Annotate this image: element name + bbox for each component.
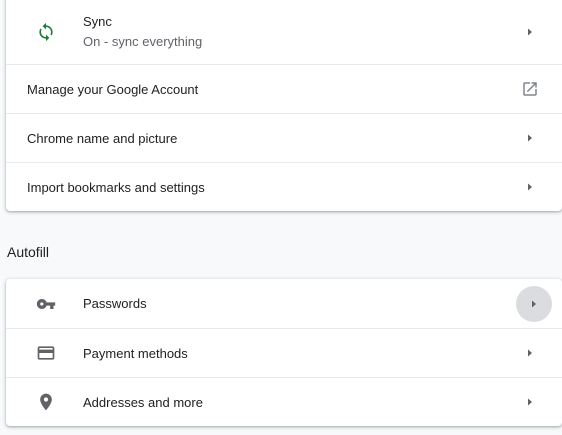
sync-row[interactable]: Sync On - sync everything (6, 0, 562, 64)
chevron-right-icon[interactable] (518, 390, 542, 414)
key-icon (34, 292, 58, 316)
passwords-row[interactable]: Passwords (6, 279, 562, 328)
chevron-right-icon[interactable] (518, 341, 542, 365)
import-bookmarks-row[interactable]: Import bookmarks and settings (6, 162, 562, 211)
autofill-card: Passwords Payment methods Addresses and … (6, 279, 562, 426)
chevron-right-icon[interactable] (518, 20, 542, 44)
sync-title: Sync (83, 14, 112, 29)
passwords-label: Passwords (83, 296, 147, 311)
people-card: Sync On - sync everything Manage your Go… (6, 0, 562, 211)
import-bookmarks-label: Import bookmarks and settings (27, 179, 205, 195)
payment-methods-row[interactable]: Payment methods (6, 328, 562, 377)
autofill-section-title: Autofill (7, 244, 50, 260)
open-in-new-icon[interactable] (518, 77, 542, 101)
chrome-name-and-picture-label: Chrome name and picture (27, 130, 178, 146)
sync-status: On - sync everything (83, 34, 203, 49)
chevron-right-icon[interactable] (518, 126, 542, 150)
payment-methods-label: Payment methods (83, 345, 188, 361)
addresses-row[interactable]: Addresses and more (6, 377, 562, 426)
sync-icon (34, 20, 58, 44)
location-pin-icon (34, 390, 58, 414)
manage-google-account-label: Manage your Google Account (27, 81, 199, 97)
chevron-right-icon[interactable] (516, 285, 552, 322)
credit-card-icon (34, 341, 58, 365)
addresses-label: Addresses and more (83, 394, 203, 410)
chevron-right-icon[interactable] (518, 175, 542, 199)
sync-text: Sync On - sync everything (83, 14, 202, 50)
manage-google-account-row[interactable]: Manage your Google Account (6, 64, 562, 113)
chrome-name-and-picture-row[interactable]: Chrome name and picture (6, 113, 562, 162)
